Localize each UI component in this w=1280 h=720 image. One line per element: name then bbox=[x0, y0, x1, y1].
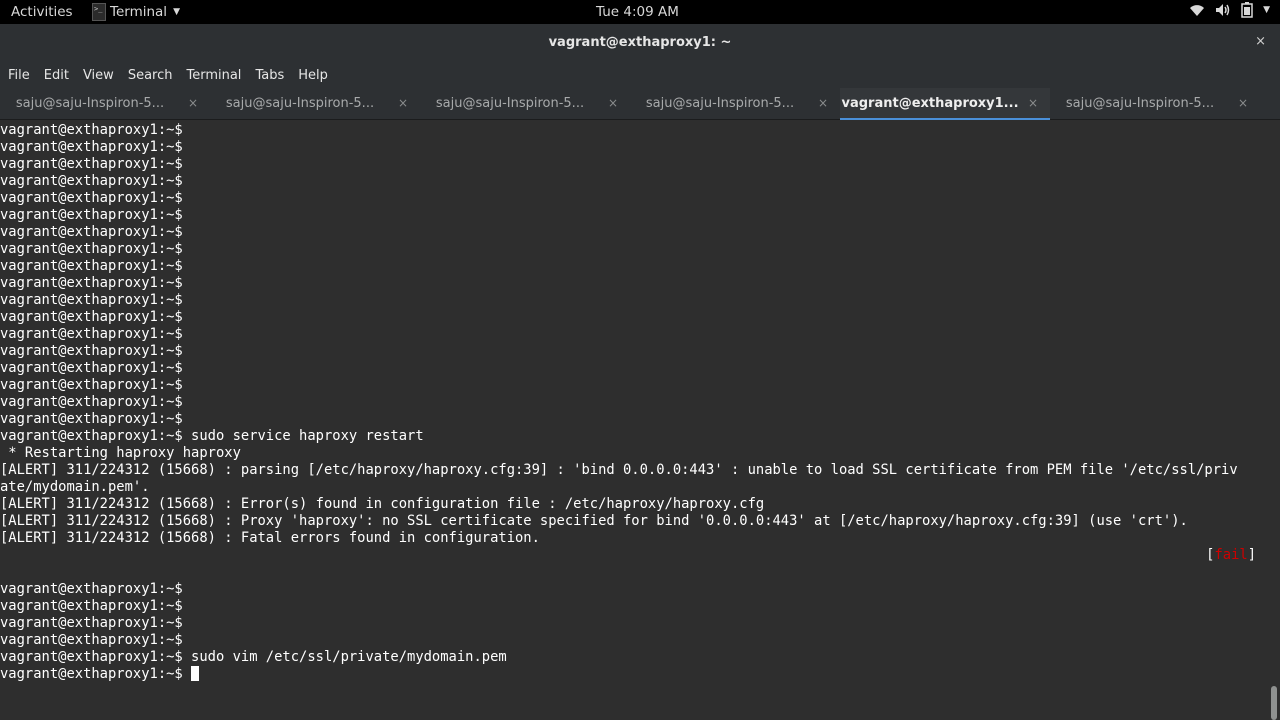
tab-bar: saju@saju-Inspiron-5... × saju@saju-Insp… bbox=[0, 88, 1280, 120]
terminal-lines: vagrant@exthaproxy1:~$ vagrant@exthaproxy… bbox=[0, 122, 1268, 547]
text-cursor bbox=[191, 666, 200, 681]
terminal-line: vagrant@exthaproxy1:~$ sudo service hapr… bbox=[0, 428, 424, 444]
terminal-tab[interactable]: saju@saju-Inspiron-5... × bbox=[210, 88, 420, 120]
chevron-down-icon: ▼ bbox=[173, 7, 180, 17]
terminal-line: vagrant@exthaproxy1:~$ bbox=[0, 122, 183, 138]
tab-label: saju@saju-Inspiron-5... bbox=[645, 96, 795, 111]
app-menu-label: Terminal bbox=[110, 4, 168, 20]
terminal-line: [ALERT] 311/224312 (15668) : Fatal error… bbox=[0, 530, 540, 546]
terminal-tab[interactable]: saju@saju-Inspiron-5... × bbox=[630, 88, 840, 120]
terminal-line: vagrant@exthaproxy1:~$ bbox=[0, 632, 183, 648]
app-menu[interactable]: Terminal ▼ bbox=[92, 0, 180, 24]
terminal-line: vagrant@exthaproxy1:~$ bbox=[0, 581, 183, 597]
tab-label: saju@saju-Inspiron-5... bbox=[15, 96, 165, 111]
terminal-line: vagrant@exthaproxy1:~$ bbox=[0, 292, 183, 308]
terminal-scrollbar[interactable] bbox=[1268, 120, 1280, 720]
terminal-line: vagrant@exthaproxy1:~$ bbox=[0, 343, 183, 359]
menu-bar: File Edit View Search Terminal Tabs Help bbox=[0, 62, 1280, 88]
terminal-line: [ALERT] 311/224312 (15668) : parsing [/e… bbox=[0, 462, 1238, 478]
activities-button[interactable]: Activities bbox=[11, 4, 73, 20]
tab-close-icon[interactable]: × bbox=[1028, 96, 1038, 110]
terminal-line: vagrant@exthaproxy1:~$ bbox=[0, 411, 183, 427]
terminal-app-icon bbox=[92, 3, 106, 21]
gnome-top-bar: Activities Terminal ▼ Tue 4:09 AM ▼ bbox=[0, 0, 1280, 24]
terminal-lines-after: vagrant@exthaproxy1:~$ vagrant@exthaproxy… bbox=[0, 564, 1268, 666]
menu-file[interactable]: File bbox=[8, 68, 30, 83]
terminal-line: vagrant@exthaproxy1:~$ bbox=[0, 156, 183, 172]
battery-icon bbox=[1241, 2, 1253, 18]
terminal-line: vagrant@exthaproxy1:~$ bbox=[0, 190, 183, 206]
terminal-line: ate/mydomain.pem'. bbox=[0, 479, 150, 495]
terminal-line: vagrant@exthaproxy1:~$ sudo vim /etc/ssl… bbox=[0, 649, 507, 665]
scrollbar-thumb[interactable] bbox=[1271, 686, 1277, 720]
system-menu-caret-icon: ▼ bbox=[1263, 5, 1270, 15]
terminal-line: vagrant@exthaproxy1:~$ bbox=[0, 224, 183, 240]
fail-status-word: fail bbox=[1214, 547, 1248, 563]
terminal-output[interactable]: vagrant@exthaproxy1:~$ vagrant@exthaproxy… bbox=[0, 120, 1268, 720]
tab-close-icon[interactable]: × bbox=[398, 96, 408, 110]
terminal-line: vagrant@exthaproxy1:~$ bbox=[0, 309, 183, 325]
terminal-line: vagrant@exthaproxy1:~$ bbox=[0, 615, 183, 631]
terminal-line: vagrant@exthaproxy1:~$ bbox=[0, 207, 183, 223]
volume-icon bbox=[1216, 4, 1230, 16]
tab-close-icon[interactable]: × bbox=[1238, 96, 1248, 110]
tab-label: saju@saju-Inspiron-5... bbox=[225, 96, 375, 111]
system-status-area[interactable]: ▼ bbox=[1189, 2, 1270, 18]
menu-help[interactable]: Help bbox=[298, 68, 328, 83]
tab-close-icon[interactable]: × bbox=[818, 96, 828, 110]
clock[interactable]: Tue 4:09 AM bbox=[596, 4, 679, 20]
terminal-line: vagrant@exthaproxy1:~$ bbox=[0, 241, 183, 257]
current-prompt: vagrant@exthaproxy1:~$ bbox=[0, 666, 192, 682]
terminal-line: vagrant@exthaproxy1:~$ bbox=[0, 598, 183, 614]
tab-label: saju@saju-Inspiron-5... bbox=[1065, 96, 1215, 111]
terminal-line: vagrant@exthaproxy1:~$ bbox=[0, 258, 183, 274]
terminal-line: vagrant@exthaproxy1:~$ bbox=[0, 139, 183, 155]
wifi-icon bbox=[1190, 5, 1205, 16]
terminal-line: vagrant@exthaproxy1:~$ bbox=[0, 360, 183, 376]
tab-label: vagrant@exthaproxy1... bbox=[841, 96, 1019, 111]
terminal-line: vagrant@exthaproxy1:~$ bbox=[0, 173, 183, 189]
terminal-line: [ALERT] 311/224312 (15668) : Error(s) fo… bbox=[0, 496, 765, 512]
terminal-tab[interactable]: saju@saju-Inspiron-5... × bbox=[0, 88, 210, 120]
terminal-line: * Restarting haproxy haproxy bbox=[0, 445, 241, 461]
tab-close-icon[interactable]: × bbox=[188, 96, 198, 110]
terminal-line: vagrant@exthaproxy1:~$ bbox=[0, 326, 183, 342]
fail-bracket-close: ] bbox=[1247, 547, 1256, 563]
terminal-line: [ALERT] 311/224312 (15668) : Proxy 'hapr… bbox=[0, 513, 1188, 529]
current-prompt-line[interactable]: vagrant@exthaproxy1:~$ bbox=[0, 666, 1268, 683]
menu-edit[interactable]: Edit bbox=[44, 68, 69, 83]
window-title: vagrant@exthaproxy1: ~ bbox=[548, 35, 732, 50]
terminal-tab-active[interactable]: vagrant@exthaproxy1... × bbox=[840, 88, 1050, 120]
menu-view[interactable]: View bbox=[83, 68, 114, 83]
terminal-line: vagrant@exthaproxy1:~$ bbox=[0, 275, 183, 291]
terminal-line: vagrant@exthaproxy1:~$ bbox=[0, 377, 183, 393]
menu-tabs[interactable]: Tabs bbox=[255, 68, 284, 83]
terminal-tab[interactable]: saju@saju-Inspiron-5... × bbox=[420, 88, 630, 120]
tab-close-icon[interactable]: × bbox=[608, 96, 618, 110]
terminal-line: vagrant@exthaproxy1:~$ bbox=[0, 394, 183, 410]
menu-terminal[interactable]: Terminal bbox=[186, 68, 241, 83]
window-titlebar[interactable]: vagrant@exthaproxy1: ~ × bbox=[0, 24, 1280, 62]
terminal-tab[interactable]: saju@saju-Inspiron-5... × bbox=[1050, 88, 1260, 120]
tab-label: saju@saju-Inspiron-5... bbox=[435, 96, 585, 111]
window-close-icon[interactable]: × bbox=[1255, 34, 1266, 49]
menu-search[interactable]: Search bbox=[128, 68, 173, 83]
fail-status: [fail] bbox=[0, 547, 1268, 564]
